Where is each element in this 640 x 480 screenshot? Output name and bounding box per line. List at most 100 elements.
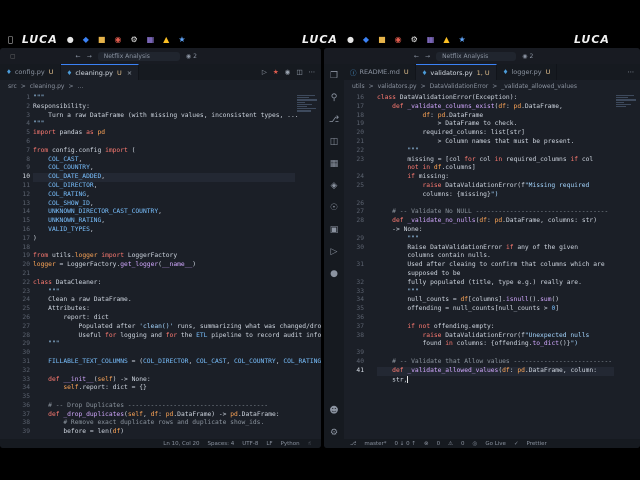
code-line[interactable]: missing = [col for col in required_colum… — [377, 156, 614, 165]
code-line[interactable]: def _drop_duplicates(self, df: pd.DataFr… — [33, 411, 295, 420]
git-branch[interactable]: master* — [364, 441, 386, 447]
breadcrumb-segment[interactable]: utils — [352, 83, 365, 90]
chrome-icon-2[interactable]: ◉ — [395, 35, 402, 44]
run-icon[interactable]: ▷ — [262, 68, 267, 76]
code-line[interactable]: Turn a raw DataFrame (with missing value… — [33, 112, 298, 121]
code-line[interactable]: import pandas as pd — [33, 129, 295, 138]
tab-cleaning-py[interactable]: ♦ cleaning.py U × — [60, 64, 140, 80]
code-line[interactable] — [33, 367, 295, 376]
code-line[interactable]: COL_RATING, — [33, 191, 295, 200]
chart-icon[interactable]: ▦ — [147, 35, 155, 44]
debug-icon[interactable]: ★ — [273, 68, 279, 76]
branch-icon[interactable]: ⎇ — [350, 441, 356, 447]
forward-arrow-icon[interactable]: → — [425, 53, 430, 60]
tab-logger-py[interactable]: ♦ logger.py U — [497, 64, 558, 80]
code-line[interactable]: def _validate_no_nulls(df: pd.DataFrame,… — [377, 217, 614, 226]
code-line[interactable] — [33, 138, 295, 147]
split-editor-icon[interactable]: ◫ — [296, 68, 302, 76]
back-arrow-icon[interactable]: ← — [76, 53, 81, 60]
code-line[interactable]: > Column names that must be present. — [377, 138, 614, 147]
code-line[interactable]: def _validate_columns_exist(df: pd.DataF… — [377, 103, 614, 112]
command-center-search[interactable]: Netflix Analysis — [97, 51, 180, 61]
code-line[interactable]: not in df.columns] — [377, 164, 614, 173]
broadcast-icon[interactable]: ◎ — [473, 441, 478, 447]
code-line[interactable]: df: pd.DataFrame — [377, 112, 614, 121]
code-line[interactable]: found in columns: {offending.to_dict()}"… — [377, 340, 614, 349]
code-line[interactable]: if not offending.empty: — [377, 323, 614, 332]
command-center-search[interactable]: Netflix Analysis — [436, 51, 517, 61]
account-icon[interactable]: ☻ — [329, 405, 340, 416]
source-control-icon[interactable]: ⎇ — [329, 114, 340, 125]
breadcrumb-segment[interactable]: src — [8, 83, 17, 90]
code-line[interactable] — [377, 200, 614, 209]
github-icon[interactable]: ● — [329, 268, 340, 279]
gear-icon[interactable]: ⚙ — [130, 35, 137, 44]
code-line[interactable]: """ — [377, 147, 614, 156]
breadcrumb-segment[interactable]: cleaning.py — [30, 83, 65, 90]
folder-icon[interactable]: ■ — [98, 35, 106, 44]
chart-icon-2[interactable]: ▦ — [427, 35, 435, 44]
sync-status[interactable]: 0 ↓ 0 ↑ — [395, 441, 416, 447]
code-line[interactable]: from utils.logger import LoggerFactory — [33, 252, 295, 261]
chrome-icon[interactable]: ◉ — [114, 35, 121, 44]
tab-validators-py[interactable]: ♦ validators.py 1, U — [415, 64, 497, 80]
code-line[interactable]: """ — [377, 235, 614, 244]
code-line[interactable]: Useful for logging and for the ETL pipel… — [33, 332, 322, 341]
error-icon[interactable]: ⊗ — [424, 441, 429, 447]
code-line[interactable]: Raise DataValidationError if any of the … — [377, 244, 614, 253]
code-line[interactable]: str, — [377, 375, 614, 385]
breadcrumb-segment[interactable]: DataValidationError — [430, 83, 489, 90]
github-icon[interactable]: ● — [67, 35, 74, 44]
github-icon-2[interactable]: ● — [347, 35, 354, 44]
star-icon[interactable]: ★ — [178, 35, 185, 44]
minimap[interactable] — [616, 94, 638, 134]
code-line[interactable]: Attributes: — [33, 305, 295, 314]
cursor-position[interactable]: Ln 10, Col 20 — [163, 441, 199, 447]
copilot-icon[interactable]: ◉ — [186, 53, 191, 60]
explorer-icon[interactable]: ❐ — [329, 70, 340, 81]
code-line[interactable]: raise DataValidationError(f"Unexpected n… — [377, 332, 614, 341]
code-line[interactable]: class DataValidationError(Exception): — [377, 94, 614, 103]
database-icon[interactable]: ◫ — [329, 136, 340, 147]
tab-config-py[interactable]: ♦ config.py U — [0, 64, 61, 80]
chat-icon-2[interactable]: ▲ — [443, 35, 449, 44]
error-count[interactable]: 0 — [437, 441, 441, 447]
code-line[interactable] — [33, 270, 295, 279]
apple-icon[interactable]:  — [8, 35, 13, 44]
left-code-editor[interactable]: 1 2 3 4 5 6 7 8 9 10 11 12 13 14 15 16 17 18 19 20 21 22 23 24 2… — [0, 94, 321, 439]
code-line[interactable] — [33, 349, 295, 358]
code-line[interactable]: supposed to be — [377, 270, 614, 279]
code-line[interactable]: COL_SHOW_ID, — [33, 200, 295, 209]
prettier-status[interactable]: Prettier — [527, 441, 547, 447]
breadcrumb-segment[interactable]: _validate_allowed_values — [501, 83, 577, 90]
copilot-icon[interactable]: ◉ — [522, 53, 527, 60]
extensions-icon[interactable]: ▦ — [329, 158, 340, 169]
folder-icon-2[interactable]: ■ — [378, 35, 386, 44]
code-line[interactable]: # Remove exact duplicate rows and duplic… — [33, 419, 295, 428]
code-line[interactable]: VALID_TYPES, — [33, 226, 295, 235]
code-line[interactable]: before = len(df) — [33, 428, 295, 437]
settings-gear-icon[interactable]: ⚙ — [329, 427, 340, 438]
vscode-icon-2[interactable]: ◆ — [363, 35, 369, 44]
code-line[interactable]: FILLABLE_TEXT_COLUMNS = (COL_DIRECTOR, C… — [33, 358, 321, 367]
code-lines[interactable]: """ Responsibility: Turn a raw DataFrame … — [33, 94, 322, 437]
code-line[interactable]: raise DataValidationError(f"Missing requ… — [377, 182, 614, 191]
forward-arrow-icon[interactable]: → — [87, 53, 92, 60]
breadcrumb-segment[interactable]: ... — [78, 83, 84, 90]
code-line[interactable]: def _validate_allowed_values(df: pd.Data… — [377, 366, 614, 376]
right-code-editor[interactable]: 16 17 18 19 20 21 22 23 24 25 26 27 28 29 30 31 32 33 34 35… — [344, 94, 640, 439]
more-actions-icon[interactable]: ⋯ — [628, 68, 635, 76]
code-line[interactable]: # -- Validate that Allow values --------… — [377, 358, 614, 367]
code-line[interactable]: > DataFrame to check. — [377, 120, 614, 129]
code-line[interactable]: UNKNOWN_RATING, — [33, 217, 295, 226]
breadcrumb-segment[interactable]: validators.py — [378, 83, 417, 90]
go-live-button[interactable]: Go Live — [485, 441, 506, 447]
code-line[interactable]: required_columns: list[str] — [377, 129, 614, 138]
code-line[interactable]: Used after cleaing to confirm that colum… — [377, 261, 614, 270]
encoding[interactable]: UTF-8 — [242, 441, 258, 447]
check-icon[interactable]: ✓ — [514, 441, 519, 447]
code-line[interactable]: COL_DATE_ADDED, — [33, 173, 295, 182]
code-line[interactable]: logger = LoggerFactory.get_logger(__name… — [33, 261, 295, 270]
language-mode[interactable]: Python — [281, 441, 300, 447]
end-of-line[interactable]: LF — [266, 441, 272, 447]
